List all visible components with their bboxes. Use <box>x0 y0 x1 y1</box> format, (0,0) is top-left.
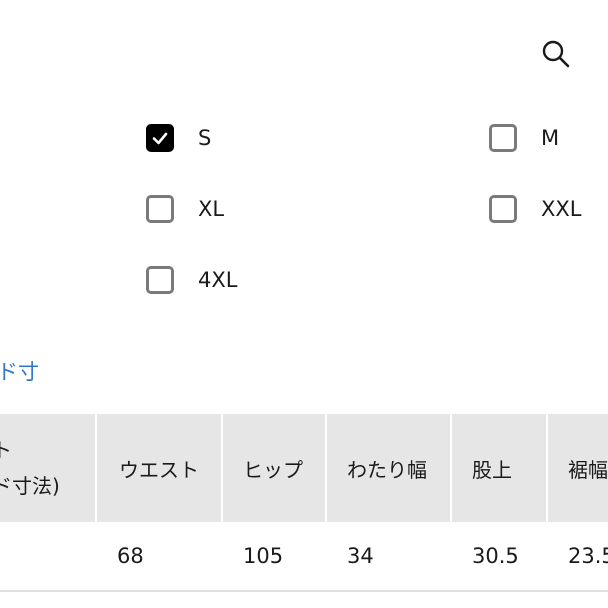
checkmark-icon <box>152 132 168 145</box>
size-label: S <box>198 126 212 150</box>
checkbox-icon[interactable] <box>489 195 517 223</box>
cell-hip: 105 <box>243 544 284 568</box>
header-waist: ウエスト <box>119 457 199 482</box>
checkbox-checked-icon[interactable] <box>146 124 174 152</box>
size-label: XL <box>198 197 225 221</box>
row-divider <box>0 590 608 592</box>
table-header-cell: 裾幅 <box>546 414 608 522</box>
header-text: ド寸法) <box>0 474 60 498</box>
checkbox-icon[interactable] <box>489 124 517 152</box>
size-option-xl[interactable]: XL <box>146 191 224 227</box>
size-label: 4XL <box>198 268 238 292</box>
checkbox-icon[interactable] <box>146 195 174 223</box>
table-header-cell: ウエスト <box>95 414 221 522</box>
size-guide-link[interactable]: ド寸 <box>0 356 39 386</box>
table-header-first-column: ト ド寸法) <box>0 432 82 512</box>
size-option-s[interactable]: S <box>146 120 211 156</box>
size-option-4xl[interactable]: 4XL <box>146 262 237 298</box>
cell-rise: 30.5 <box>472 544 519 568</box>
table-header: ト ド寸法) ウエスト ヒップ わたり幅 股上 裾幅 <box>0 414 608 522</box>
checkbox-icon[interactable] <box>146 266 174 294</box>
header-rise: 股上 <box>472 457 512 482</box>
cell-thigh-width: 34 <box>347 544 374 568</box>
size-option-xxl[interactable]: XXL <box>489 191 581 227</box>
size-option-m[interactable]: M <box>489 120 559 156</box>
size-label: XXL <box>541 197 582 221</box>
table-header-cell: ヒップ <box>221 414 325 522</box>
header-hem-width: 裾幅 <box>568 457 608 482</box>
search-icon[interactable] <box>540 38 572 70</box>
size-selection-page: S M XL XXL 4XL ド寸 ト ド寸法) ウエスト ヒップ わたり幅 股… <box>0 0 608 608</box>
cell-waist: 68 <box>117 544 144 568</box>
size-table: ト ド寸法) ウエスト ヒップ わたり幅 股上 裾幅 68 105 34 30.… <box>0 414 608 594</box>
header-text: ト <box>0 438 12 462</box>
size-label: M <box>541 126 560 150</box>
header-thigh-width: わたり幅 <box>347 457 427 482</box>
header-hip: ヒップ <box>243 457 303 482</box>
cell-hem-width: 23.5 <box>568 544 608 568</box>
table-header-cell: 股上 <box>450 414 546 522</box>
table-header-cell: わたり幅 <box>325 414 450 522</box>
